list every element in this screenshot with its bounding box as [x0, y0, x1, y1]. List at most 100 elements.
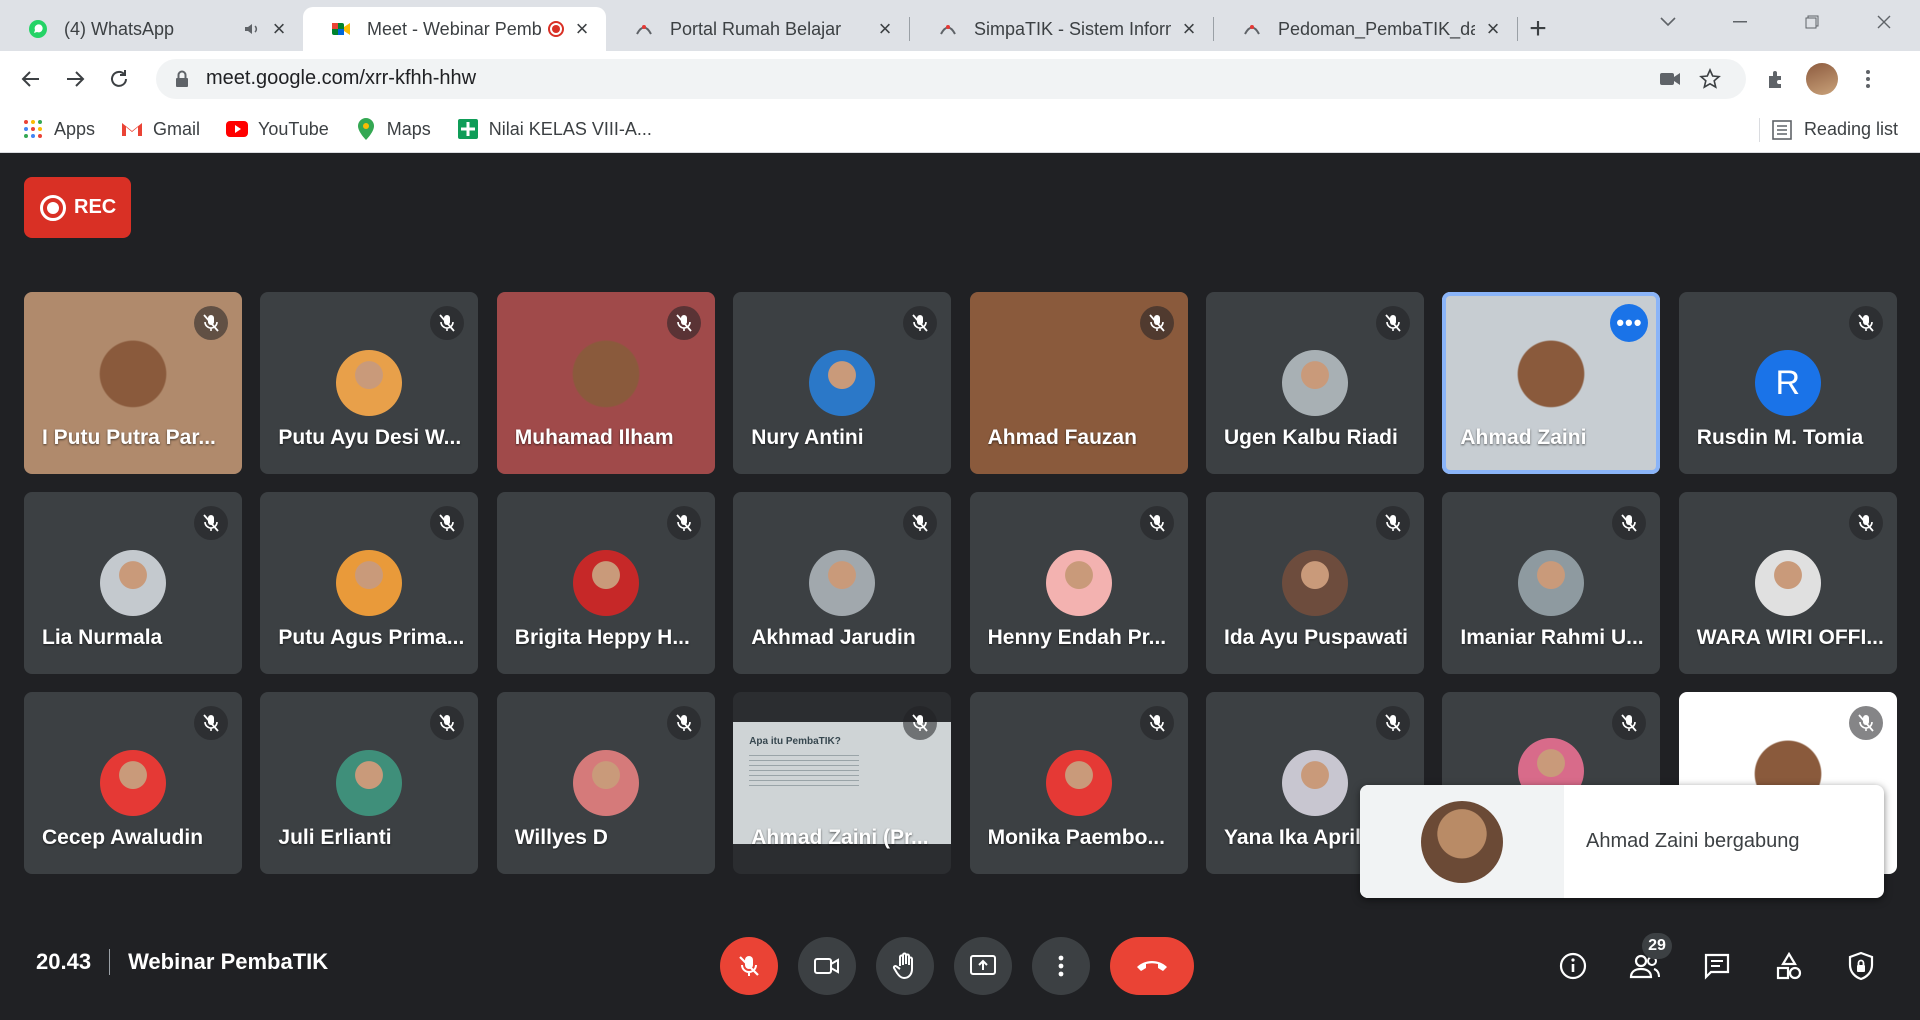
camera-icon[interactable]	[1650, 59, 1690, 99]
host-controls-button[interactable]	[1832, 937, 1890, 995]
participant-tile[interactable]: Nury Antini	[733, 292, 952, 474]
bookmark-gmail[interactable]: Gmail	[121, 118, 200, 140]
more-options-icon[interactable]: •••	[1610, 304, 1649, 342]
mic-off-icon	[1139, 706, 1174, 740]
mic-off-icon	[903, 306, 938, 340]
participant-name: Imaniar Rahmi U...	[1460, 626, 1644, 649]
participant-tile[interactable]: WARA WIRI OFFI...	[1678, 492, 1897, 674]
tab-meet[interactable]: Meet - Webinar PembaTIK ×	[303, 7, 606, 51]
participant-tile[interactable]: Cecep Awaludin	[24, 692, 242, 874]
participant-name: Henny Endah Pr...	[987, 626, 1167, 649]
browser-toolbar: meet.google.com/xrr-kfhh-hhw	[0, 51, 1920, 106]
bookmark-nilai[interactable]: Nilai KELAS VIII-A...	[457, 118, 652, 140]
participant-avatar	[1282, 550, 1348, 616]
participant-tile[interactable]: Apa itu PembaTIK? Ahmad Zaini (Pr...	[733, 692, 952, 874]
reading-list-label: Reading list	[1803, 119, 1898, 139]
bookmark-maps[interactable]: Maps	[355, 118, 431, 140]
activities-icon	[1776, 952, 1802, 980]
close-window-icon[interactable]	[1848, 0, 1920, 44]
close-icon[interactable]: ×	[875, 18, 895, 40]
people-button[interactable]: 29	[1616, 933, 1674, 995]
activities-button[interactable]	[1760, 937, 1818, 995]
participant-tile[interactable]: ••• Ahmad Zaini	[1442, 292, 1661, 474]
participant-tile[interactable]: Muhamad Ilham	[496, 292, 715, 474]
meeting-title[interactable]: Webinar PembaTIK	[128, 949, 328, 975]
participant-tile[interactable]: Henny Endah Pr...	[969, 492, 1188, 674]
tab-search-icon[interactable]	[1632, 0, 1704, 44]
participant-avatar	[100, 750, 166, 816]
mic-off-icon	[1848, 706, 1883, 740]
mic-off-icon	[194, 706, 228, 740]
window-controls	[1632, 0, 1920, 44]
mic-off-icon	[666, 706, 701, 740]
close-icon[interactable]: ×	[269, 18, 289, 40]
mic-toggle-button[interactable]	[720, 937, 778, 995]
participant-tile[interactable]: Ugen Kalbu Riadi	[1206, 292, 1424, 474]
lock-icon[interactable]	[172, 69, 192, 89]
close-icon[interactable]: ×	[1179, 18, 1199, 40]
close-icon[interactable]: ×	[1483, 18, 1503, 40]
reload-button[interactable]	[98, 58, 140, 100]
apps-grid-icon	[22, 118, 44, 140]
whatsapp-icon	[28, 19, 48, 39]
restore-icon[interactable]	[1776, 0, 1848, 44]
toast-avatar	[1360, 785, 1564, 898]
participant-tile[interactable]: Ahmad Fauzan	[969, 292, 1188, 474]
participant-tile[interactable]: Lia Nurmala	[24, 492, 242, 674]
mic-off-icon	[430, 706, 465, 740]
more-vert-icon[interactable]	[1848, 59, 1888, 99]
participant-tile[interactable]: Willyes D	[496, 692, 715, 874]
tab-portal-rumah-belajar[interactable]: Portal Rumah Belajar ×	[606, 7, 909, 51]
participant-tile[interactable]: Akhmad Jarudin	[733, 492, 952, 674]
chat-button[interactable]	[1688, 937, 1746, 995]
tab-title: Meet - Webinar PembaTIK	[367, 18, 542, 39]
tab-simpatik[interactable]: SimpaTIK - Sistem Informasi ×	[910, 7, 1213, 51]
mic-off-icon	[194, 306, 228, 340]
participant-tile[interactable]: R Rusdin M. Tomia	[1678, 292, 1897, 474]
new-tab-button[interactable]: +	[1518, 7, 1558, 51]
participant-tile[interactable]: Juli Erlianti	[260, 692, 479, 874]
participant-tile[interactable]: Brigita Heppy H...	[496, 492, 715, 674]
url-text[interactable]: meet.google.com/xrr-kfhh-hhw	[206, 67, 1650, 90]
participant-avatar	[1282, 750, 1348, 816]
tab-whatsapp[interactable]: (4) WhatsApp ×	[0, 7, 303, 51]
recording-icon	[548, 21, 564, 37]
present-screen-button[interactable]	[954, 937, 1012, 995]
speaker-icon[interactable]	[243, 20, 261, 38]
back-button[interactable]	[10, 58, 52, 100]
forward-button[interactable]	[54, 58, 96, 100]
recording-badge[interactable]: REC	[24, 177, 131, 238]
participant-avatar	[1045, 750, 1112, 816]
more-options-button[interactable]	[1032, 937, 1090, 995]
mic-off-icon	[739, 956, 759, 976]
reading-list-button[interactable]: Reading list	[1772, 106, 1898, 153]
leave-call-button[interactable]	[1110, 937, 1194, 995]
meeting-details-button[interactable]	[1544, 937, 1602, 995]
bookmark-apps[interactable]: Apps	[22, 118, 95, 140]
profile-avatar[interactable]	[1806, 62, 1838, 95]
participant-avatar	[1754, 550, 1821, 616]
address-bar[interactable]: meet.google.com/xrr-kfhh-hhw	[156, 58, 1746, 99]
participant-name: Ugen Kalbu Riadi	[1224, 426, 1398, 449]
camera-toggle-button[interactable]	[798, 937, 856, 995]
bookmark-star-icon[interactable]	[1690, 59, 1730, 99]
tab-pedoman[interactable]: Pedoman_PembaTIK_dan_ ×	[1214, 7, 1517, 51]
participant-tile[interactable]: Imaniar Rahmi U...	[1442, 492, 1661, 674]
mic-off-icon	[1612, 706, 1647, 740]
close-icon[interactable]: ×	[572, 18, 592, 40]
participant-name: I Putu Putra Par...	[42, 426, 216, 449]
bookmark-youtube[interactable]: YouTube	[226, 118, 329, 140]
mic-off-icon	[430, 306, 465, 340]
participant-tile[interactable]: I Putu Putra Par...	[24, 292, 242, 474]
participant-tile[interactable]: Putu Agus Prima...	[260, 492, 479, 674]
participant-tile[interactable]: Ida Ayu Puspawati	[1206, 492, 1424, 674]
extensions-icon[interactable]	[1756, 59, 1796, 99]
tab-title: SimpaTIK - Sistem Informasi	[974, 18, 1171, 39]
participant-tile[interactable]: Monika Paembo...	[969, 692, 1188, 874]
slide-text-lines	[749, 755, 860, 789]
participant-tile[interactable]: Putu Ayu Desi W...	[260, 292, 479, 474]
participant-name: Cecep Awaludin	[42, 826, 204, 849]
join-toast[interactable]: Ahmad Zaini bergabung	[1360, 785, 1884, 898]
minimize-icon[interactable]	[1704, 0, 1776, 44]
raise-hand-button[interactable]	[876, 937, 934, 995]
